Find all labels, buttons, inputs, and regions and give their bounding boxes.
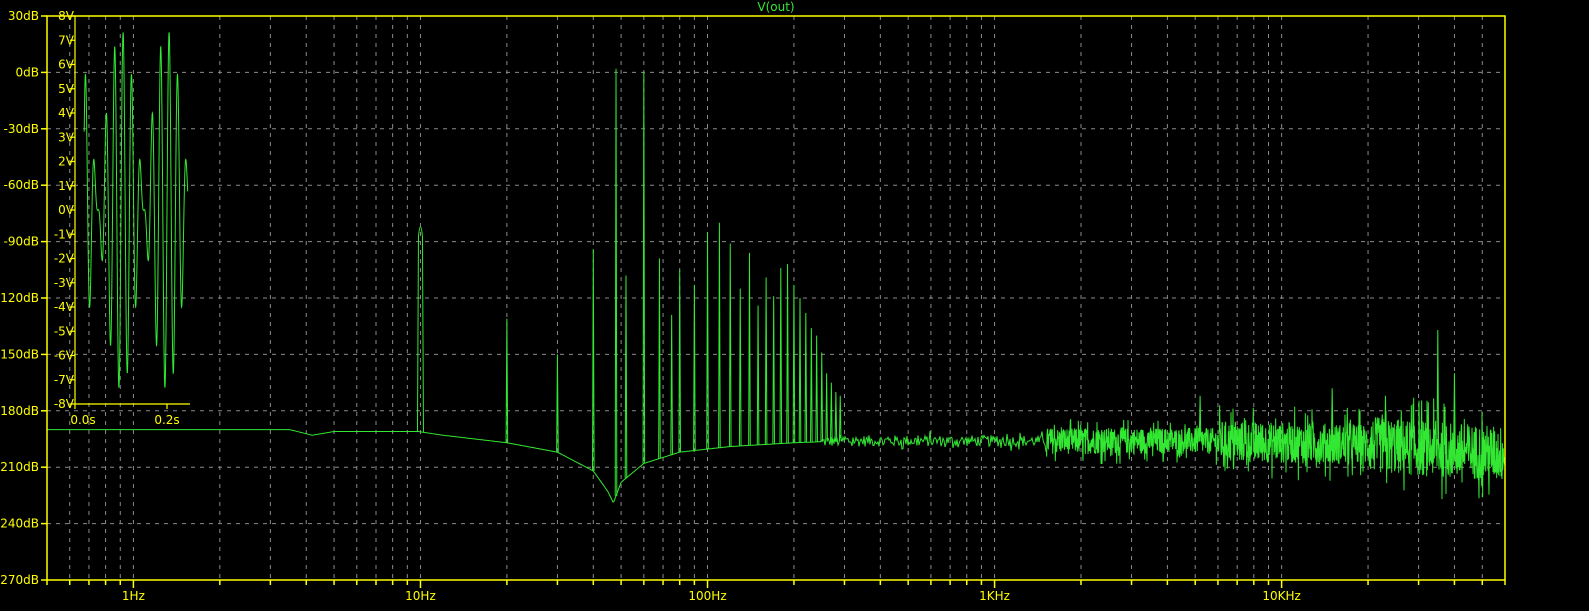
inset-y-tick-label-14: -6V: [54, 349, 75, 363]
inset-y-tick-label-13: -5V: [54, 324, 75, 338]
inset-y-tick-label-8: 0V: [58, 203, 75, 217]
x-tick-label-2: 100Hz: [688, 589, 726, 603]
y-tick-label-6: -150dB: [0, 347, 39, 361]
x-tick-label-0: 1Hz: [122, 589, 145, 603]
inset-y-tick-label-10: -2V: [54, 252, 75, 266]
inset-y-tick-label-9: -1V: [54, 227, 75, 241]
y-tick-label-2: -30dB: [4, 122, 39, 136]
trace-title[interactable]: V(out): [757, 0, 794, 14]
x-tick-label-3: 1KHz: [979, 589, 1010, 603]
y-tick-label-8: -210dB: [0, 460, 39, 474]
y-tick-label-1: 0dB: [16, 65, 39, 79]
inset-y-tick-label-1: 7V: [58, 33, 75, 47]
inset-y-tick-label-6: 2V: [58, 155, 75, 169]
inset-y-tick-label-7: 1V: [58, 179, 75, 193]
x-tick-label-4: 10KHz: [1262, 589, 1300, 603]
y-tick-label-9: -240dB: [0, 517, 39, 531]
inset-y-tick-label-16: -8V: [54, 397, 75, 411]
y-tick-label-5: -120dB: [0, 291, 39, 305]
inset-y-tick-label-3: 5V: [58, 82, 75, 96]
waveform-plot[interactable]: 8V7V6V5V4V3V2V1V0V-1V-2V-3V-4V-5V-6V-7V-…: [0, 0, 1589, 611]
inset-x-tick-label-0: 0.0s: [70, 413, 95, 427]
y-tick-label-0: 30dB: [8, 9, 39, 23]
inset-y-tick-label-11: -3V: [54, 276, 75, 290]
inset-y-tick-label-5: 3V: [58, 130, 75, 144]
inset-y-tick-label-2: 6V: [58, 58, 75, 72]
inset-y-tick-label-12: -4V: [54, 300, 75, 314]
y-tick-label-3: -60dB: [4, 178, 39, 192]
inset-x-tick-label-1: 0.2s: [154, 413, 179, 427]
y-tick-label-7: -180dB: [0, 404, 39, 418]
x-tick-label-1: 10Hz: [405, 589, 436, 603]
y-tick-label-4: -90dB: [4, 235, 39, 249]
inset-y-tick-label-4: 4V: [58, 106, 75, 120]
inset-y-tick-label-15: -7V: [54, 373, 75, 387]
y-tick-label-10: -270dB: [0, 573, 39, 587]
